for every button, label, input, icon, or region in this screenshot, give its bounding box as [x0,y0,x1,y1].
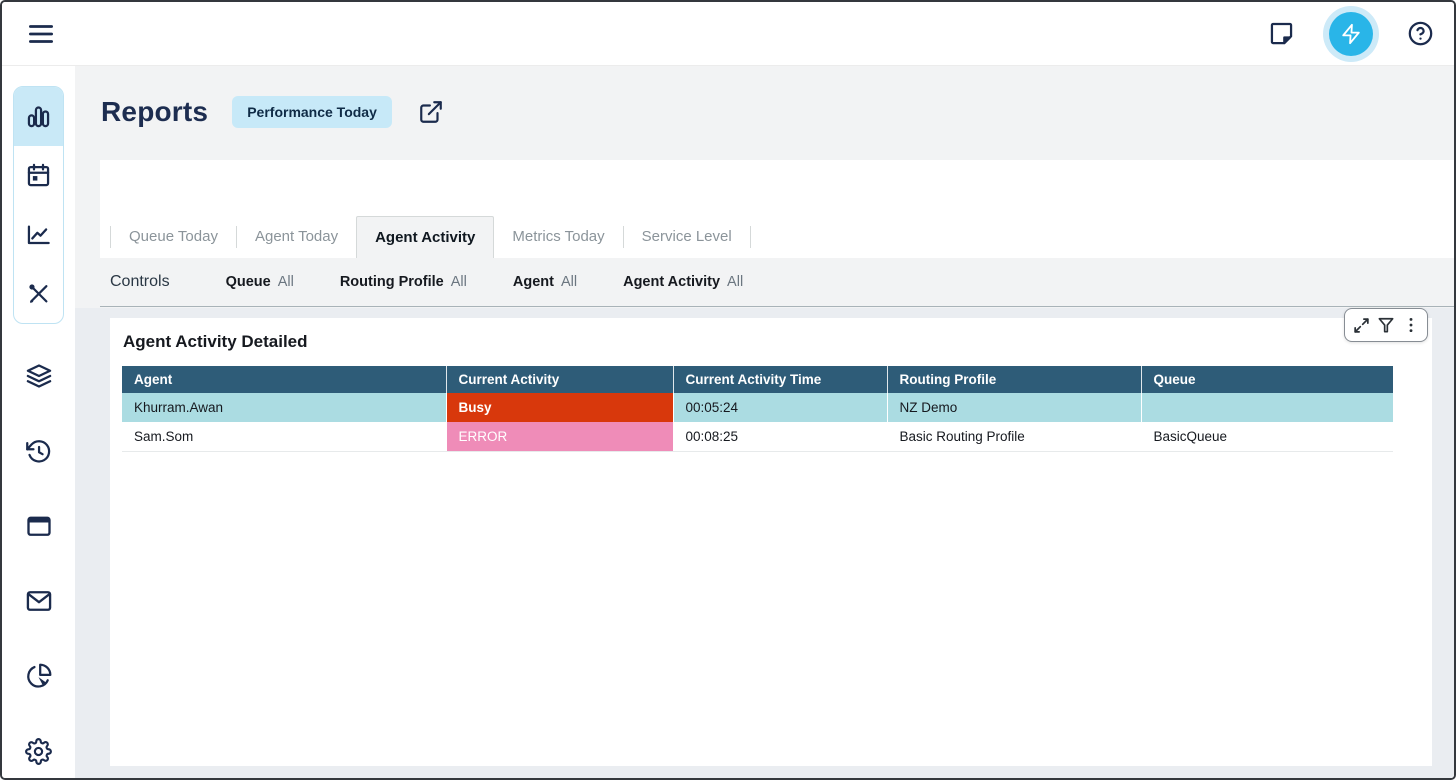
settings-gear-icon [25,738,52,765]
cell-agent: Sam.Som [122,422,446,451]
sidebar-item-settings[interactable] [2,736,75,766]
controls-label: Controls [110,273,170,291]
expand-icon [1352,316,1371,335]
agent-activity-card: Agent Activity Detailed Agent Current Ac… [110,318,1432,766]
help-icon [1407,20,1434,47]
filter-funnel-icon [1376,315,1396,335]
filter-label: Agent Activity [623,274,720,290]
kebab-menu-icon [1402,316,1420,334]
pie-chart-icon [25,663,52,690]
column-header-current-activity-time[interactable]: Current Activity Time [673,366,887,393]
sidebar-item-analytics[interactable] [2,661,75,691]
column-header-current-activity[interactable]: Current Activity [446,366,673,393]
line-chart-icon [25,221,52,248]
sidebar [2,66,75,778]
tab-divider [750,226,751,248]
hamburger-icon [26,19,56,49]
column-header-routing-profile[interactable]: Routing Profile [887,366,1141,393]
sidebar-item-schedule[interactable] [14,146,63,205]
topbar-actions [1266,6,1436,62]
column-header-queue[interactable]: Queue [1141,366,1393,393]
cell-routing-profile: NZ Demo [887,393,1141,422]
sidebar-item-reports[interactable] [14,87,63,146]
report-tabs: Queue Today Agent Today Agent Activity M… [100,216,1454,258]
sidebar-report-group [13,86,64,324]
cell-queue: BasicQueue [1141,422,1393,451]
filter-label: Agent [513,274,554,290]
filter-value: All [451,274,467,290]
top-bar [2,2,1454,66]
cell-queue [1141,393,1393,422]
sidebar-item-mail[interactable] [2,586,75,616]
mail-icon [25,587,53,615]
cell-agent: Khurram.Awan [122,393,446,422]
external-link-icon [418,99,444,125]
sidebar-item-design[interactable] [14,264,63,323]
app-window: Reports Performance Today Queue Today Ag… [0,0,1456,780]
main-content: Reports Performance Today Queue Today Ag… [75,66,1454,778]
browser-window-icon [25,512,53,540]
report-workspace: Agent Activity Detailed Agent Current Ac… [75,308,1454,778]
card-title: Agent Activity Detailed [122,332,1420,352]
filter-label: Routing Profile [340,274,444,290]
tab-queue-today[interactable]: Queue Today [111,216,236,258]
cell-current-activity-time: 00:05:24 [673,393,887,422]
table-header-row: Agent Current Activity Current Activity … [122,366,1393,393]
agent-activity-table: Agent Current Activity Current Activity … [122,366,1393,452]
column-header-agent[interactable]: Agent [122,366,446,393]
table-row[interactable]: Khurram.Awan Busy 00:05:24 NZ Demo [122,393,1393,422]
more-options-button[interactable] [1402,316,1420,334]
cell-current-activity: ERROR [446,422,673,451]
filter-agent[interactable]: Agent All [513,274,577,290]
filter-value: All [727,274,743,290]
layers-icon [25,362,53,390]
controls-bar: Controls Queue All Routing Profile All A… [100,258,1454,307]
performance-today-badge[interactable]: Performance Today [232,96,392,128]
expand-button[interactable] [1352,316,1371,335]
table-row[interactable]: Sam.Som ERROR 00:08:25 Basic Routing Pro… [122,422,1393,451]
calendar-icon [25,162,52,189]
filter-button[interactable] [1376,315,1396,335]
filter-label: Queue [226,274,271,290]
page-title: Reports [101,96,208,128]
tab-metrics-today[interactable]: Metrics Today [494,216,622,258]
tab-agent-activity[interactable]: Agent Activity [356,216,494,258]
tab-service-level[interactable]: Service Level [624,216,750,258]
page-header: Reports Performance Today [101,96,446,128]
cell-current-activity: Busy [446,393,673,422]
filter-agent-activity[interactable]: Agent Activity All [623,274,743,290]
filter-routing-profile[interactable]: Routing Profile All [340,274,467,290]
open-external-button[interactable] [416,97,446,127]
history-icon [25,438,52,465]
sidebar-item-history[interactable] [2,436,75,466]
help-button[interactable] [1405,18,1436,49]
cell-current-activity-time: 00:08:25 [673,422,887,451]
tab-agent-today[interactable]: Agent Today [237,216,356,258]
hamburger-menu-button[interactable] [24,17,58,51]
note-icon [1268,20,1295,47]
sidebar-item-layers[interactable] [2,361,75,391]
filter-queue[interactable]: Queue All [226,274,294,290]
filter-value: All [278,274,294,290]
card-toolbar [1344,308,1428,342]
sidebar-item-browser[interactable] [2,511,75,541]
lightning-icon [1329,12,1373,56]
assistant-button[interactable] [1323,6,1379,62]
notes-button[interactable] [1266,18,1297,49]
sidebar-item-trends[interactable] [14,205,63,264]
cell-routing-profile: Basic Routing Profile [887,422,1141,451]
design-brush-icon [25,280,52,307]
filter-value: All [561,274,577,290]
bar-chart-icon [25,103,52,130]
